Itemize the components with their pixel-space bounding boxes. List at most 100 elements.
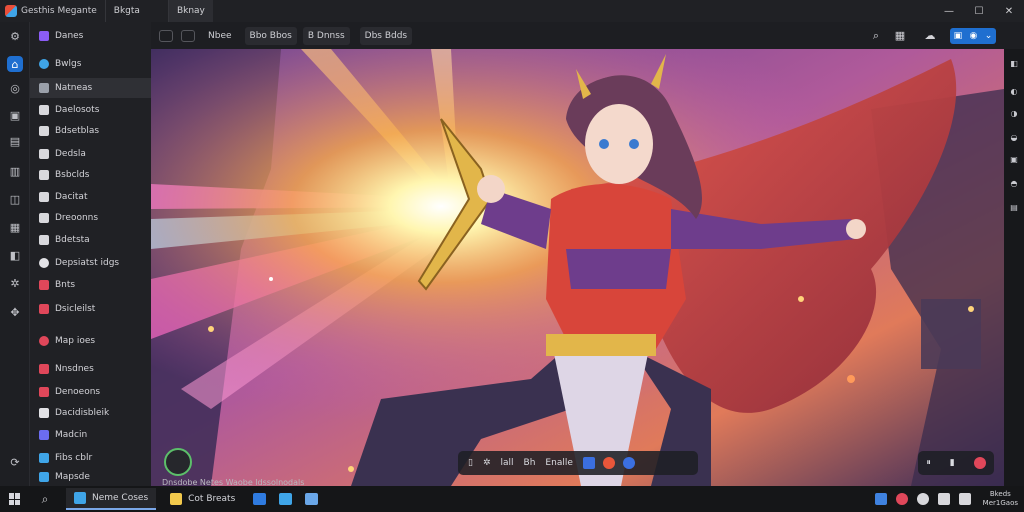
- sidebar-item-label: Bnts: [55, 280, 76, 290]
- frame-icon[interactable]: ▯: [464, 455, 477, 471]
- close-button[interactable]: ✕: [994, 0, 1024, 22]
- action-label-3[interactable]: Enalle: [541, 455, 576, 471]
- globe-icon[interactable]: ◎: [7, 80, 23, 96]
- stop-icon[interactable]: ▮: [946, 455, 959, 471]
- sidebar-item-label: Fibs cblr: [55, 453, 93, 463]
- sidebar-item-label: Map ioes: [55, 336, 96, 346]
- toolbar-button-2[interactable]: Bbo Bbos: [244, 26, 297, 45]
- antivirus-icon[interactable]: [895, 493, 908, 505]
- taskbar-app-1[interactable]: Neme Coses: [66, 488, 157, 510]
- grid-icon[interactable]: ▦: [890, 27, 910, 45]
- puzzle-icon[interactable]: ◧: [7, 247, 23, 263]
- frame-toggle-button[interactable]: [159, 29, 173, 42]
- system-tray: Bkeds Mer1Gaos: [866, 486, 1018, 512]
- sidebar-item[interactable]: Dacitat: [30, 187, 151, 207]
- sidebar-item[interactable]: Dedsla: [30, 144, 151, 164]
- toolbar: Nbee Bbo Bbos B Dnnss Dbs Bdds ⌕ ▦ ☁ ▣ ◉…: [151, 22, 1024, 49]
- network-icon[interactable]: [874, 493, 887, 505]
- shield-icon[interactable]: [622, 457, 635, 469]
- toolbar-button-1[interactable]: Nbee: [203, 27, 237, 45]
- toolbar-button-3[interactable]: B Dnnss: [302, 26, 350, 45]
- action-label-1[interactable]: lall: [497, 455, 518, 471]
- chat-icon[interactable]: ◫: [7, 191, 23, 207]
- sidebar-item[interactable]: Madcin: [30, 425, 151, 445]
- sync-icon[interactable]: ⟳: [7, 454, 23, 470]
- volume-icon[interactable]: [937, 493, 950, 505]
- chevron-down-icon: ⌄: [984, 30, 993, 41]
- sidebar-item[interactable]: Map ioes: [30, 331, 151, 351]
- gear-icon[interactable]: ✲: [7, 275, 23, 291]
- start-button[interactable]: [0, 486, 30, 512]
- item-icon: [39, 336, 49, 346]
- view-mode-switch[interactable]: ▣ ◉ ⌄: [950, 27, 996, 44]
- sidebar-item[interactable]: Danes: [30, 26, 151, 46]
- sidebar-item[interactable]: Bnts: [30, 275, 151, 295]
- pinned-app-3[interactable]: [301, 488, 321, 510]
- settings-icon[interactable]: [916, 493, 929, 505]
- document-icon[interactable]: [582, 457, 595, 469]
- image-canvas[interactable]: [151, 49, 1004, 486]
- sidebar-item[interactable]: Bdsetblas: [30, 121, 151, 141]
- filter-icon[interactable]: ▣: [1008, 153, 1020, 165]
- title-tab-2[interactable]: Bknay: [167, 0, 213, 22]
- eye-icon: ◉: [969, 30, 978, 41]
- item-icon: [39, 364, 49, 374]
- sidebar-item-label: Madcin: [55, 430, 88, 440]
- gear-icon[interactable]: ✲: [479, 455, 495, 471]
- brush-icon[interactable]: ◐: [1008, 85, 1020, 97]
- folder-icon[interactable]: ▤: [7, 133, 23, 149]
- sidebar-item[interactable]: Bdetsta: [30, 230, 151, 250]
- adjust-icon[interactable]: ◑: [1008, 107, 1020, 119]
- pinned-app-1[interactable]: [249, 488, 269, 510]
- fire-icon[interactable]: [602, 457, 615, 469]
- sidebar-item[interactable]: Depsiatst idgs: [30, 253, 151, 273]
- assistant-logo-icon[interactable]: [164, 448, 192, 476]
- store-icon: [278, 493, 292, 505]
- sidebar-item[interactable]: Dsicleilst: [30, 299, 151, 319]
- sidebar-item[interactable]: Dacidisbleik: [30, 403, 151, 423]
- toolbar-button-4[interactable]: Dbs Bdds: [359, 26, 413, 45]
- sidebar-item[interactable]: Denoeons: [30, 382, 151, 402]
- search-icon[interactable]: ⌕: [30, 486, 60, 512]
- taskbar-app-2[interactable]: Cot Breats: [162, 488, 243, 510]
- record-icon[interactable]: [973, 457, 986, 469]
- home-icon[interactable]: ⌂: [7, 56, 23, 72]
- sidebar-item[interactable]: Dreoonns: [30, 208, 151, 228]
- sidebar-item[interactable]: Daelosots: [30, 100, 151, 120]
- sidebar-item[interactable]: Mapsde: [30, 468, 151, 486]
- sidebar-item[interactable]: Natneas: [30, 78, 151, 98]
- toolbar-right: ⌕ ▦ ☁ ▣ ◉ ⌄: [862, 22, 1024, 49]
- pinned-app-2[interactable]: [275, 488, 295, 510]
- title-tab-1[interactable]: Bkgta: [104, 0, 148, 22]
- document-icon[interactable]: ▥: [7, 163, 23, 179]
- table-icon[interactable]: ▦: [7, 219, 23, 235]
- layers-icon[interactable]: ◧: [1008, 57, 1020, 69]
- maximize-button[interactable]: ☐: [964, 0, 994, 22]
- sidebar-item[interactable]: Bwlgs: [30, 54, 151, 74]
- taskbar-app-label: Neme Coses: [92, 493, 149, 503]
- export-icon[interactable]: ▤: [1008, 201, 1020, 213]
- sidebar: Danes Bwlgs Natneas Daelosots Bdsetblas …: [30, 22, 151, 486]
- sidebar-item[interactable]: Nnsdnes: [30, 359, 151, 379]
- sidebar-item-label: Daelosots: [55, 105, 100, 115]
- app-icon: [74, 492, 86, 504]
- sidebar-item[interactable]: Fibs cblr: [30, 448, 151, 468]
- item-icon: [39, 304, 49, 314]
- item-icon: [39, 83, 49, 93]
- sidebar-item-label: Dsicleilst: [55, 304, 96, 314]
- image-icon[interactable]: ▣: [7, 107, 23, 123]
- cloud-icon[interactable]: ☁: [920, 27, 940, 45]
- crop-toggle-button[interactable]: [181, 29, 195, 42]
- color-icon[interactable]: ◓: [1008, 177, 1020, 189]
- item-icon: [39, 453, 49, 463]
- sidebar-item[interactable]: Bsbclds: [30, 165, 151, 185]
- minimize-button[interactable]: —: [934, 0, 964, 22]
- pause-icon[interactable]: ⏸: [922, 455, 935, 471]
- settings-icon[interactable]: ⚙: [7, 28, 23, 44]
- action-label-2[interactable]: Bh: [520, 455, 540, 471]
- robot-icon[interactable]: ✥: [7, 304, 23, 320]
- search-icon[interactable]: ⌕: [866, 27, 886, 45]
- clock[interactable]: Bkeds Mer1Gaos: [983, 490, 1018, 508]
- battery-icon[interactable]: [958, 493, 971, 505]
- history-icon[interactable]: ◒: [1008, 131, 1020, 143]
